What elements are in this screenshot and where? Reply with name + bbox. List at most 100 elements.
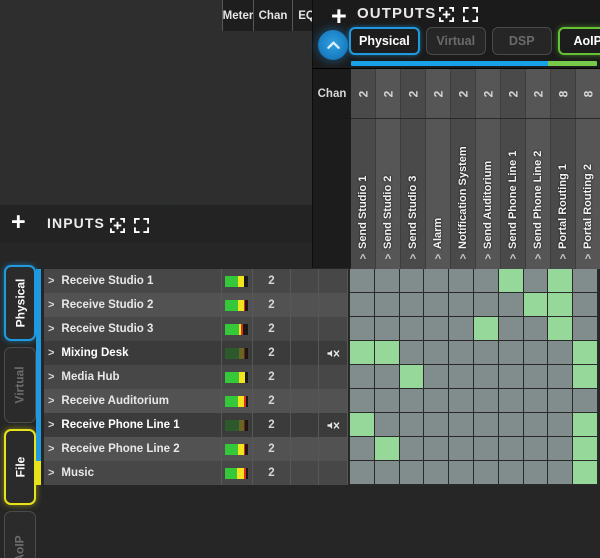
eq-cell[interactable] <box>290 389 318 413</box>
chevron-right-icon[interactable]: > <box>48 467 54 479</box>
crosspoint-cell[interactable] <box>399 389 425 413</box>
crosspoint-cell[interactable] <box>473 317 499 341</box>
crosspoint-cell[interactable] <box>350 413 375 437</box>
inputs-source-tab-virtual[interactable]: Virtual <box>4 347 36 423</box>
eq-cell[interactable] <box>290 413 318 437</box>
crosspoint-cell[interactable] <box>350 317 375 341</box>
crosspoint-cell[interactable] <box>399 269 425 293</box>
output-column-header[interactable]: Send Studio 3 ^ <box>401 119 426 269</box>
row-name-cell[interactable]: > Receive Auditorium <box>44 389 221 413</box>
crosspoint-cell[interactable] <box>573 341 598 365</box>
crosspoint-cell[interactable] <box>399 341 425 365</box>
crosspoint-cell[interactable] <box>350 461 375 485</box>
crosspoint-cell[interactable] <box>523 413 549 437</box>
crosspoint-cell[interactable] <box>350 437 375 461</box>
table-row[interactable]: > Media Hub 2 <box>36 365 348 389</box>
crosspoint-cell[interactable] <box>424 461 450 485</box>
crosspoint-cell[interactable] <box>523 461 549 485</box>
crosspoint-cell[interactable] <box>473 341 499 365</box>
crosspoint-cell[interactable] <box>399 293 425 317</box>
crosspoint-cell[interactable] <box>473 365 499 389</box>
crosspoint-cell[interactable] <box>473 389 499 413</box>
row-name-cell[interactable]: > Receive Studio 1 <box>44 269 221 293</box>
trim-cell[interactable] <box>318 437 348 461</box>
row-name-cell[interactable]: > Receive Phone Line 2 <box>44 437 221 461</box>
crosspoint-cell[interactable] <box>473 437 499 461</box>
table-row[interactable]: > Receive Phone Line 1 2 <box>36 413 348 437</box>
crosspoint-cell[interactable] <box>424 389 450 413</box>
crosspoint-cell[interactable] <box>374 269 400 293</box>
output-column-header[interactable]: Portal Routing 1 ^ <box>551 119 576 269</box>
row-name-cell[interactable]: > Media Hub <box>44 365 221 389</box>
crosspoint-cell[interactable] <box>374 293 400 317</box>
crosspoint-cell[interactable] <box>424 293 450 317</box>
trim-cell[interactable] <box>318 389 348 413</box>
table-row[interactable]: > Music 2 <box>36 461 348 485</box>
eq-cell[interactable] <box>290 461 318 485</box>
chevron-right-icon[interactable]: > <box>48 299 54 311</box>
outputs-tab-aoip[interactable]: AoIP <box>557 27 600 55</box>
crosspoint-cell[interactable] <box>548 293 574 317</box>
row-name-cell[interactable]: > Receive Studio 3 <box>44 317 221 341</box>
crosspoint-cell[interactable] <box>548 269 574 293</box>
row-name-cell[interactable]: > Receive Phone Line 1 <box>44 413 221 437</box>
trim-cell[interactable] <box>318 341 348 365</box>
crosspoint-cell[interactable] <box>498 461 524 485</box>
crosspoint-cell[interactable] <box>374 365 400 389</box>
crosspoint-cell[interactable] <box>399 413 425 437</box>
inputs-source-tab-file[interactable]: File <box>4 429 36 505</box>
chevron-up-icon[interactable]: ^ <box>476 254 500 265</box>
crosspoint-cell[interactable] <box>374 413 400 437</box>
crosspoint-cell[interactable] <box>399 317 425 341</box>
crosspoint-cell[interactable] <box>473 269 499 293</box>
chevron-up-icon[interactable]: ^ <box>551 254 575 265</box>
chevron-up-icon[interactable]: ^ <box>426 254 450 265</box>
inputs-source-tab-aoip[interactable]: AoIP <box>4 511 36 558</box>
crosspoint-cell[interactable] <box>573 269 598 293</box>
crosspoint-cell[interactable] <box>424 317 450 341</box>
crosspoint-cell[interactable] <box>523 269 549 293</box>
crosspoint-cell[interactable] <box>498 365 524 389</box>
crosspoint-cell[interactable] <box>350 269 375 293</box>
inputs-source-tab-physical[interactable]: Physical <box>4 265 36 341</box>
crosspoint-cell[interactable] <box>573 437 598 461</box>
chevron-up-icon[interactable]: ^ <box>576 254 600 265</box>
trim-cell[interactable] <box>318 293 348 317</box>
crosspoint-cell[interactable] <box>548 461 574 485</box>
crosspoint-cell[interactable] <box>424 413 450 437</box>
trim-cell[interactable] <box>318 413 348 437</box>
chevron-up-icon[interactable]: ^ <box>526 254 550 265</box>
collapse-inward-icon[interactable] <box>439 7 454 22</box>
crosspoint-cell[interactable] <box>350 389 375 413</box>
chevron-right-icon[interactable]: > <box>48 395 54 407</box>
output-column-header[interactable]: Send Studio 2 ^ <box>376 119 401 269</box>
trim-cell[interactable] <box>318 461 348 485</box>
output-column-header[interactable]: Notification System ^ <box>451 119 476 269</box>
chevron-right-icon[interactable]: > <box>48 347 54 359</box>
crosspoint-cell[interactable] <box>424 365 450 389</box>
crosspoint-cell[interactable] <box>374 341 400 365</box>
eq-cell[interactable] <box>290 269 318 293</box>
row-name-cell[interactable]: > Mixing Desk <box>44 341 221 365</box>
eq-cell[interactable] <box>290 365 318 389</box>
chevron-up-icon[interactable]: ^ <box>351 254 375 265</box>
crosspoint-cell[interactable] <box>498 413 524 437</box>
output-column-header[interactable]: Alarm ^ <box>426 119 451 269</box>
crosspoint-cell[interactable] <box>573 389 598 413</box>
crosspoint-cell[interactable] <box>399 365 425 389</box>
crosspoint-cell[interactable] <box>498 293 524 317</box>
crosspoint-cell[interactable] <box>449 389 474 413</box>
crosspoint-cell[interactable] <box>548 365 574 389</box>
crosspoint-cell[interactable] <box>374 461 400 485</box>
crosspoint-cell[interactable] <box>449 461 474 485</box>
chevron-right-icon[interactable]: > <box>48 419 54 431</box>
crosspoint-cell[interactable] <box>449 365 474 389</box>
outputs-tab-virtual[interactable]: Virtual <box>425 27 486 55</box>
trim-cell[interactable] <box>318 317 348 341</box>
output-column-header[interactable]: Send Phone Line 2 ^ <box>526 119 551 269</box>
crosspoint-cell[interactable] <box>573 461 598 485</box>
crosspoint-cell[interactable] <box>523 389 549 413</box>
crosspoint-cell[interactable] <box>548 341 574 365</box>
crosspoint-cell[interactable] <box>350 341 375 365</box>
collapse-inward-icon[interactable] <box>110 218 125 233</box>
